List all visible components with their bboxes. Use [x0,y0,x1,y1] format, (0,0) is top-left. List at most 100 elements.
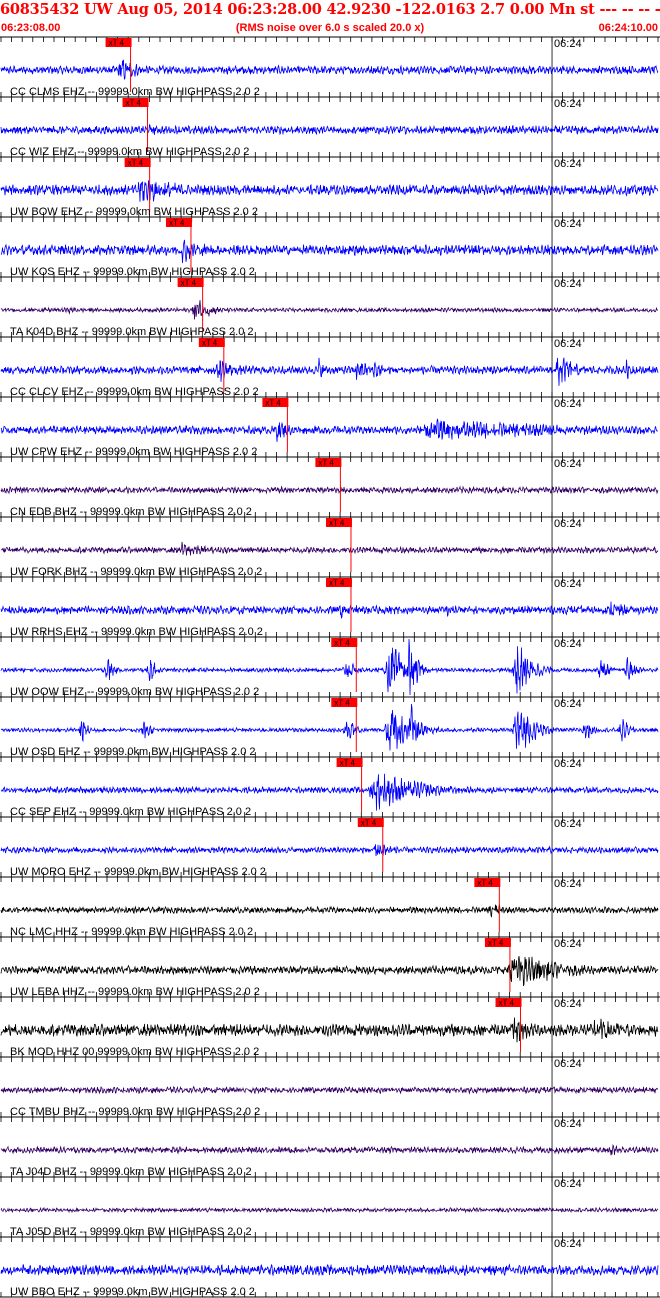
station-label: BK MOD HHZ 00 99999.0km BW HIGHPASS 2.0 … [10,1046,259,1058]
seismic-trace [0,300,659,320]
pick-label: xT 4 [340,759,356,768]
trace-panel: 06:24 xT 4 UW RRHS EHZ -- 99999.0km BW HIG… [0,576,660,638]
station-label: UW RRHS EHZ -- 99999.0km BW HIGHPASS 2.0… [10,626,263,638]
station-label: UW OSD EHZ -- 99999.0km BW HIGHPASS 2.0 … [10,746,256,758]
minute-tick-label: 06:24 [554,818,582,830]
station-label: TA J05D BHZ -- 99999.0km BW HIGHPASS 2.0… [10,1226,252,1238]
page-title: 60835432 UW Aug 05, 2014 06:23:28.00 42.… [0,1,660,18]
trace-panel: 06:24 xT 4 CN EDB BHZ -- 99999.0km BW HIGH… [0,456,660,518]
trace-panel: 06:24 xT 4 CC WIZ EHZ -- 99999.0km BW HIGH… [0,96,660,158]
trace-panel: 06:24 TA J05D BHZ -- 99999.0km BW HIGHPAS… [0,1176,660,1238]
station-label: UW BBO EHZ -- 99999.0km BW HIGHPASS 2.0 … [10,1286,255,1298]
station-label: CC CLMS EHZ -- 99999.0km BW HIGHPASS 2.0… [10,86,260,98]
seismic-trace [0,1206,659,1214]
pick-label: xT 4 [334,699,350,708]
seismic-trace [0,1017,659,1043]
pick-label: xT 4 [334,639,350,648]
station-label: UW BOW EHZ -- 99999.0km BW HIGHPASS 2.0 … [10,206,258,218]
end-time-label: 06:24:10.00 [598,22,658,34]
pick-label: xT 4 [329,519,345,528]
pick-label: xT 4 [361,819,377,828]
station-label: CC SEP EHZ -- 99999.0km BW HIGHPASS 2.0 … [10,806,251,818]
minute-tick-label: 06:24 [554,878,582,890]
pick-label: xT 4 [318,459,334,468]
minute-tick-label: 06:24 [554,1238,582,1250]
station-label: UW CPW EHZ -- 99999.0km BW HIGHPASS 2.0 … [10,446,257,458]
minute-tick-label: 06:24 [554,758,582,770]
station-label: UW OOW EHZ -- 99999.0km BW HIGHPASS 2.0 … [10,686,259,698]
trace-panel: 06:24 xT 4 UW MORO EHZ -- 99999.0km BW HIG… [0,816,660,878]
trace-panel: 06:24 xT 4 UW OSD EHZ -- 99999.0km BW HIGH… [0,696,660,758]
pick-label: xT 4 [488,939,504,948]
trace-panel: 06:24 xT 4 UW CPW EHZ -- 99999.0km BW HIGH… [0,396,660,458]
trace-panel: 06:24 xT 4 NC LMC HHZ -- 99999.0km BW HIGH… [0,876,660,938]
pick-label: xT 4 [265,399,281,408]
trace-panel: 06:24 xT 4 UW OOW EHZ -- 99999.0km BW HIGH… [0,636,660,698]
trace-panel: 06:24 xT 4 CC CLCV EHZ -- 99999.0km BW HIG… [0,336,660,398]
pick-label: xT 4 [128,159,144,168]
trace-panel: 06:24 xT 4 BK MOD HHZ 00 99999.0km BW HIGH… [0,996,660,1058]
station-label: UW MORO EHZ -- 99999.0km BW HIGHPASS 2.0… [10,866,266,878]
station-label: TA K04D BHZ -- 99999.0km BW HIGHPASS 2.0… [10,326,254,338]
seismic-trace [0,1143,659,1156]
trace-panel: 06:24 xT 4 CC CLMS EHZ -- 99999.0km BW HIG… [0,36,660,98]
trace-panel: 06:24 xT 4 CC SEP EHZ -- 99999.0km BW HIGH… [0,756,660,818]
trace-panel: 06:24 CC TMBU BHZ -- 99999.0km BW HIGHPAS… [0,1056,660,1118]
minute-tick-label: 06:24 [554,578,582,590]
seismic-trace [0,956,659,987]
minute-tick-label: 06:24 [554,698,582,710]
seismogram-plot: 06:24xT 4CC CLMS EHZ -- 99999.0km BW HIG… [0,36,660,1298]
station-label: UW KOS EHZ -- 99999.0km BW HIGHPASS 2.0 … [10,266,255,278]
seismic-trace [0,904,659,918]
minute-tick-label: 06:24 [554,158,582,170]
trace-panel: 06:24 xT 4 TA K04D BHZ -- 99999.0km BW HIG… [0,276,660,338]
title-bar: 60835432 UW Aug 05, 2014 06:23:28.00 42.… [0,0,660,22]
pick-label: xT 4 [126,99,142,108]
pick-label: xT 4 [329,579,345,588]
seismic-trace [0,1085,659,1095]
station-label: TA J04D BHZ -- 99999.0km BW HIGHPASS 2.0… [10,1166,252,1178]
station-label: CC TMBU BHZ -- 99999.0km BW HIGHPASS 2.0… [10,1106,260,1118]
seismic-trace [0,1263,659,1277]
minute-tick-label: 06:24 [554,218,582,230]
seismic-trace [0,357,659,386]
minute-tick-label: 06:24 [554,458,582,470]
seismic-trace [0,180,659,202]
trace-panel: 06:24 UW BBO EHZ -- 99999.0km BW HIGHPASS… [0,1236,660,1298]
station-label: NC LMC HHZ -- 99999.0km BW HIGHPASS 2.0 … [10,926,253,938]
station-label: CC CLCV EHZ -- 99999.0km BW HIGHPASS 2.0… [10,386,259,398]
seismic-trace [0,485,659,495]
trace-panel: 06:24 xT 4 UW BOW EHZ -- 99999.0km BW HIGH… [0,156,660,218]
pick-label: xT 4 [169,219,185,228]
minute-tick-label: 06:24 [554,38,582,50]
trace-panel: 06:24 TA J04D BHZ -- 99999.0km BW HIGHPAS… [0,1116,660,1178]
minute-tick-label: 06:24 [554,398,582,410]
minute-tick-label: 06:24 [554,518,582,530]
station-label: CC WIZ EHZ -- 99999.0km BW HIGHPASS 2.0 … [10,146,249,158]
seismic-trace [0,601,659,619]
pick-label: xT 4 [202,339,218,348]
minute-tick-label: 06:24 [554,998,582,1010]
station-label: UW FORK BHZ -- 99999.0km BW HIGHPASS 2.0… [10,566,262,578]
trace-panel: 06:24 xT 4 UW FORK BHZ -- 99999.0km BW HIG… [0,516,660,578]
trace-panel: 06:24 xT 4 UW KOS EHZ -- 99999.0km BW HIGH… [0,216,660,278]
pick-label: xT 4 [181,279,197,288]
trace-panel: 06:24 xT 4 UW LEBA HHZ -- 99999.0km BW HIG… [0,936,660,998]
pick-label: xT 4 [109,39,125,48]
seismic-trace [1,541,659,556]
seismic-trace [0,239,659,264]
minute-tick-label: 06:24 [554,1178,582,1190]
seismic-trace [0,418,659,442]
pick-label: xT 4 [499,999,515,1008]
time-range-bar: 06:23:08.00 (RMS noise over 6.0 s scaled… [0,22,660,36]
pick-label: xT 4 [477,879,493,888]
minute-tick-label: 06:24 [554,938,582,950]
minute-tick-label: 06:24 [554,278,582,290]
scaling-note: (RMS noise over 6.0 s scaled 20.0 x) [235,22,425,34]
seismic-trace [1,704,659,751]
station-label: UW LEBA HHZ -- 99999.0km BW HIGHPASS 2.0… [10,986,260,998]
seismic-trace [0,59,659,80]
minute-tick-label: 06:24 [554,338,582,350]
minute-tick-label: 06:24 [554,98,582,110]
seismic-trace [0,123,659,136]
